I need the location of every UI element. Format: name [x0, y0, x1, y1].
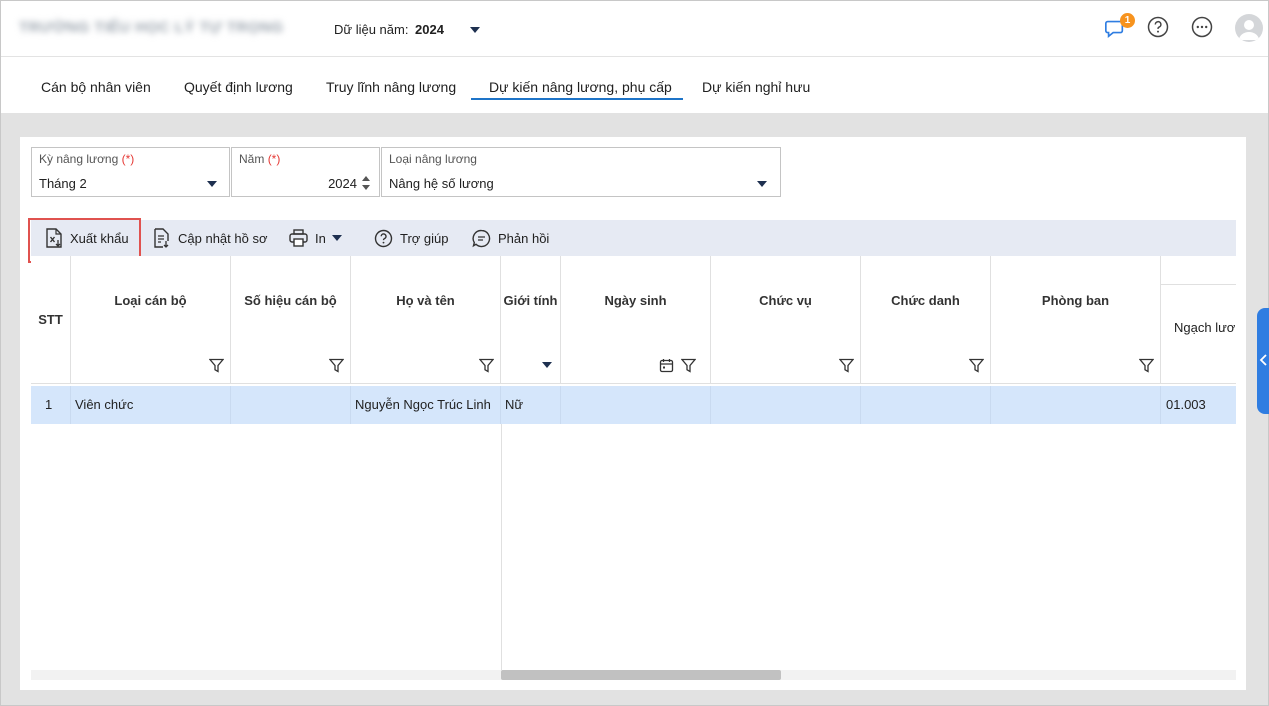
- salary-type-label: Loại nâng lương: [389, 152, 477, 166]
- column-header-gioi-tinh[interactable]: Giới tính: [501, 256, 561, 384]
- data-grid: STT Loại cán bộ Số hiệu cán bộ Họ và tên…: [31, 256, 1236, 680]
- period-label: Kỳ nâng lương (*): [39, 152, 135, 166]
- cell-so-hieu: [231, 386, 351, 424]
- school-name: TRƯỜNG TIỂU HỌC LÝ TỰ TRỌNG: [19, 19, 284, 36]
- cell-chuc-vu: [711, 386, 861, 424]
- print-label: In: [315, 230, 326, 246]
- period-value: Tháng 2: [39, 176, 87, 191]
- grid-toolbar: Xuất khẩu Cập nhật hồ sơ In Trợ giúp Phả…: [31, 220, 1236, 256]
- main-tabs: Cán bộ nhân viên Quyết định lương Truy l…: [1, 57, 1268, 113]
- cell-loai-can-bo: Viên chức: [71, 386, 231, 424]
- cell-ngach-luong: 01.003: [1166, 397, 1206, 412]
- update-profile-button[interactable]: Cập nhật hồ sơ: [153, 220, 267, 256]
- year-field-value: 2024: [328, 176, 357, 191]
- help-circle-icon: [374, 229, 393, 247]
- feedback-label: Phản hồi: [498, 230, 550, 246]
- column-header-stt: STT: [31, 256, 71, 384]
- more-options-icon[interactable]: [1191, 16, 1213, 38]
- column-header-chuc-danh[interactable]: Chức danh: [861, 256, 991, 384]
- header-bottom-border: [31, 383, 1236, 384]
- period-select[interactable]: Kỳ nâng lương (*) Tháng 2: [31, 147, 230, 197]
- filter-icon[interactable]: [839, 358, 854, 373]
- filter-icon[interactable]: [1139, 358, 1154, 373]
- column-header-phong-ban[interactable]: Phòng ban: [991, 256, 1161, 384]
- cell-ho-ten: Nguyễn Ngọc Trúc Linh: [351, 386, 501, 424]
- year-value[interactable]: 2024: [415, 22, 444, 37]
- header-group-divider: [1161, 284, 1236, 285]
- column-header-loai-can-bo[interactable]: Loại cán bộ: [71, 256, 231, 384]
- side-panel-toggle[interactable]: [1257, 308, 1269, 414]
- salary-type-value: Nâng hệ số lương: [389, 176, 494, 191]
- filter-icon[interactable]: [681, 358, 696, 373]
- cell-phong-ban: [991, 386, 1161, 424]
- cell-gioi-tinh: Nữ: [501, 386, 561, 424]
- cell-ngay-sinh: [561, 386, 711, 424]
- horizontal-scroll-thumb[interactable]: [501, 670, 781, 680]
- feedback-icon: [472, 229, 491, 247]
- filter-icon[interactable]: [969, 358, 984, 373]
- salary-type-select[interactable]: Loại nâng lương Nâng hệ số lương: [381, 147, 781, 197]
- column-header-chuc-vu[interactable]: Chức vụ: [711, 256, 861, 384]
- feedback-button[interactable]: Phản hồi: [472, 220, 549, 256]
- column-header-so-hieu[interactable]: Số hiệu cán bộ: [231, 256, 351, 384]
- cell-stt: 1: [31, 386, 71, 424]
- year-input[interactable]: Năm (*) 2024: [231, 147, 380, 197]
- tab-du-kien-nghi-huu[interactable]: Dự kiến nghỉ hưu: [702, 79, 810, 95]
- table-row[interactable]: 1 Viên chức Nguyễn Ngọc Trúc Linh Nữ 01.…: [31, 386, 1236, 424]
- document-update-icon: [154, 228, 169, 248]
- year-field-label: Năm (*): [239, 152, 281, 166]
- spinner-icon[interactable]: [361, 174, 371, 192]
- chevron-down-icon[interactable]: [470, 27, 480, 33]
- active-tab-indicator: [471, 98, 683, 100]
- top-header: TRƯỜNG TIỂU HỌC LÝ TỰ TRỌNG Dữ liệu năm:…: [1, 1, 1268, 57]
- filter-icon[interactable]: [209, 358, 224, 373]
- column-header-ngach-luong[interactable]: Ngạch lươ: [1161, 256, 1236, 384]
- chevron-down-icon[interactable]: [331, 235, 342, 241]
- calendar-icon[interactable]: [659, 358, 674, 373]
- column-header-ho-ten[interactable]: Họ và tên: [351, 256, 501, 384]
- help-label: Trợ giúp: [400, 230, 449, 246]
- notification-badge: 1: [1120, 13, 1135, 28]
- tab-quyet-dinh-luong[interactable]: Quyết định lương: [184, 79, 293, 95]
- user-icon: [1239, 20, 1259, 40]
- user-avatar[interactable]: [1235, 14, 1263, 42]
- cell-chuc-danh: [861, 386, 991, 424]
- column-header-ngay-sinh[interactable]: Ngày sinh: [561, 256, 711, 384]
- chevron-down-icon[interactable]: [757, 181, 767, 187]
- tab-truy-linh-nang-luong[interactable]: Truy lĩnh nâng lương: [326, 79, 456, 95]
- frozen-column-divider: [501, 424, 502, 670]
- year-label: Dữ liệu năm:: [334, 22, 409, 37]
- help-icon[interactable]: [1147, 16, 1169, 38]
- chevron-down-icon[interactable]: [207, 181, 217, 187]
- tab-can-bo-nhan-vien[interactable]: Cán bộ nhân viên: [41, 79, 151, 95]
- update-profile-label: Cập nhật hồ sơ: [178, 230, 268, 246]
- filter-icon[interactable]: [329, 358, 344, 373]
- help-button[interactable]: Trợ giúp: [374, 220, 449, 256]
- print-button[interactable]: In: [289, 220, 342, 256]
- chevron-down-icon[interactable]: [542, 362, 552, 368]
- filter-icon[interactable]: [479, 358, 494, 373]
- tab-du-kien-nang-luong[interactable]: Dự kiến nâng lương, phụ cấp: [489, 79, 672, 95]
- printer-icon: [289, 229, 308, 247]
- chevron-left-icon: [1259, 354, 1267, 366]
